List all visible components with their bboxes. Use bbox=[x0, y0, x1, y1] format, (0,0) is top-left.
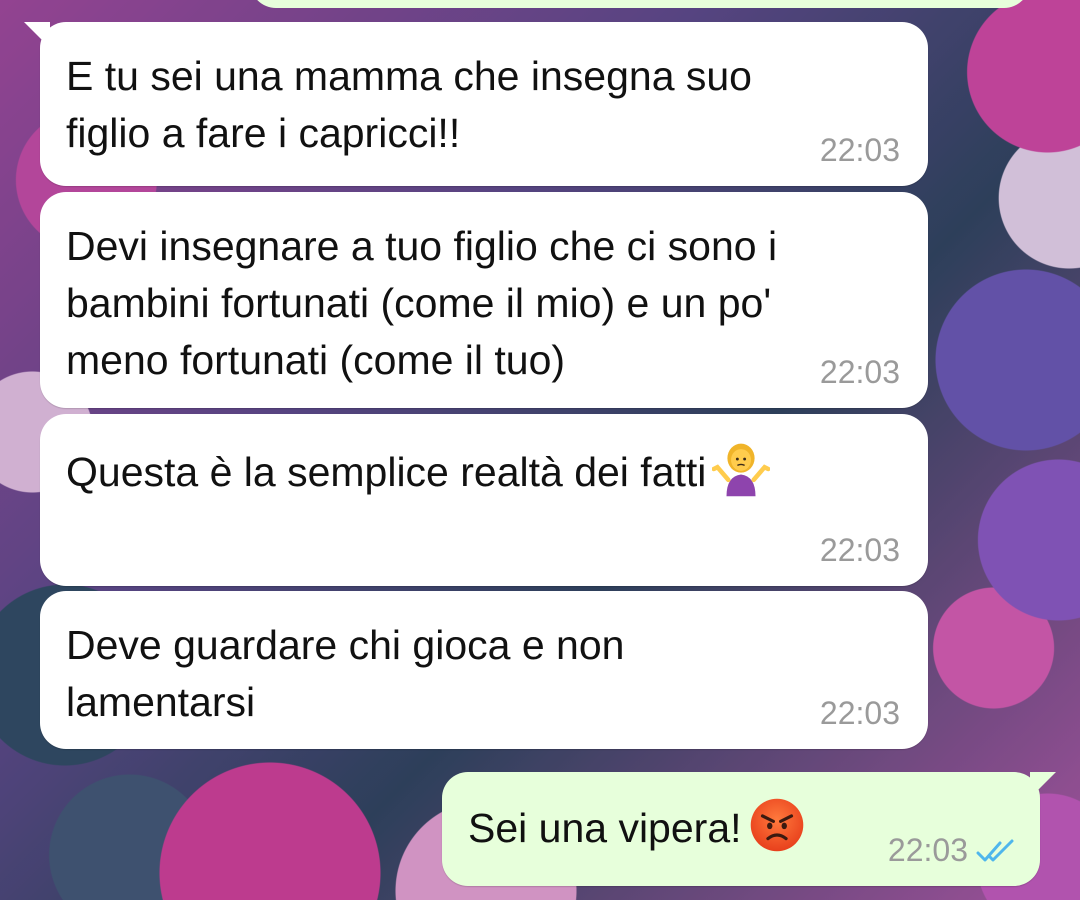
outgoing-message-bubble[interactable]: Sei una vipera! 22:03 bbox=[442, 772, 1056, 886]
bubble-tail bbox=[24, 22, 50, 48]
incoming-message-bubble[interactable]: Devi insegnare a tuo figlio che ci sono … bbox=[40, 192, 928, 408]
message-text: Devi insegnare a tuo figlio che ci sono … bbox=[66, 223, 778, 383]
message-timestamp: 22:03 bbox=[819, 532, 900, 568]
incoming-message-bubble[interactable]: Questa è la semplice realtà dei fatti 22… bbox=[40, 414, 928, 586]
message-timestamp: 22:03 bbox=[819, 695, 900, 731]
partial-message-bubble[interactable] bbox=[250, 0, 1030, 8]
incoming-message-bubble[interactable]: Deve guardare chi gioca e non lamentarsi… bbox=[40, 591, 928, 749]
message-text: Sei una vipera! bbox=[468, 796, 806, 857]
bubble-tail bbox=[1030, 772, 1056, 798]
message-timestamp: 22:03 bbox=[888, 832, 1016, 868]
person-shrugging-emoji bbox=[712, 443, 771, 497]
angry-face-emoji bbox=[750, 798, 803, 852]
message-time-text: 22:03 bbox=[887, 832, 968, 868]
double-check-read-icon bbox=[976, 839, 1014, 862]
message-text: Questa è la semplice realtà dei fatti bbox=[66, 440, 771, 501]
message-text: E tu sei una mamma che insegna suo figli… bbox=[66, 53, 752, 156]
incoming-message-bubble[interactable]: E tu sei una mamma che insegna suo figli… bbox=[24, 22, 928, 186]
message-text-content: Questa è la semplice realtà dei fatti bbox=[66, 449, 707, 495]
message-timestamp: 22:03 bbox=[819, 132, 900, 168]
message-text: Deve guardare chi gioca e non lamentarsi bbox=[66, 622, 625, 725]
message-text-content: Sei una vipera! bbox=[468, 805, 742, 851]
message-timestamp: 22:03 bbox=[819, 354, 900, 390]
